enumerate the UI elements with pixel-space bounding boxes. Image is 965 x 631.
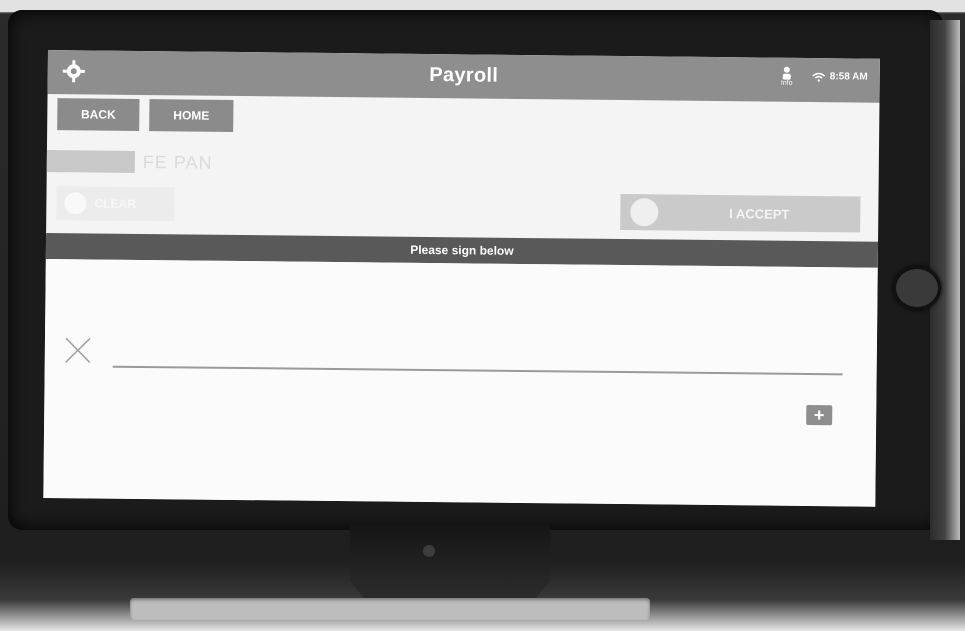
base-bar <box>130 598 650 620</box>
topbar: Payroll Info 8:58 AM <box>47 50 880 103</box>
time-display: 8:58 AM <box>812 71 868 83</box>
photo-frame: Payroll Info 8:58 AM BACK HOME FE PAN CL… <box>0 0 965 631</box>
user-name-row: FE PAN <box>43 149 213 174</box>
user-name: FE PAN <box>142 151 213 173</box>
home-button[interactable]: HOME <box>149 99 234 132</box>
tablet-stand <box>350 525 550 605</box>
signature-line <box>112 365 843 376</box>
signature-pad[interactable]: X + <box>43 258 878 507</box>
stand-knob <box>423 545 435 557</box>
wifi-icon <box>812 72 826 82</box>
accept-button[interactable]: I ACCEPT <box>620 194 861 233</box>
home-hardware-button[interactable] <box>893 266 941 310</box>
person-icon <box>782 66 791 80</box>
accept-label: I ACCEPT <box>729 205 790 222</box>
redacted-block <box>43 149 135 173</box>
x-mark-icon: X <box>65 337 91 363</box>
clear-label: CLEAR <box>94 196 136 211</box>
info-label: Info <box>780 79 793 87</box>
back-button[interactable]: BACK <box>57 98 140 131</box>
info-indicator[interactable]: Info <box>780 66 794 87</box>
clear-toggle-icon <box>64 192 87 215</box>
app-screen: Payroll Info 8:58 AM BACK HOME FE PAN CL… <box>43 50 880 507</box>
page-title: Payroll <box>429 63 499 87</box>
clear-button[interactable]: CLEAR <box>56 186 175 222</box>
status-area: Info 8:58 AM <box>780 66 868 88</box>
clock-text: 8:58 AM <box>829 71 868 83</box>
plus-icon[interactable]: + <box>806 404 833 426</box>
accept-toggle-icon <box>630 198 659 227</box>
nav-buttons: BACK HOME <box>57 98 234 132</box>
